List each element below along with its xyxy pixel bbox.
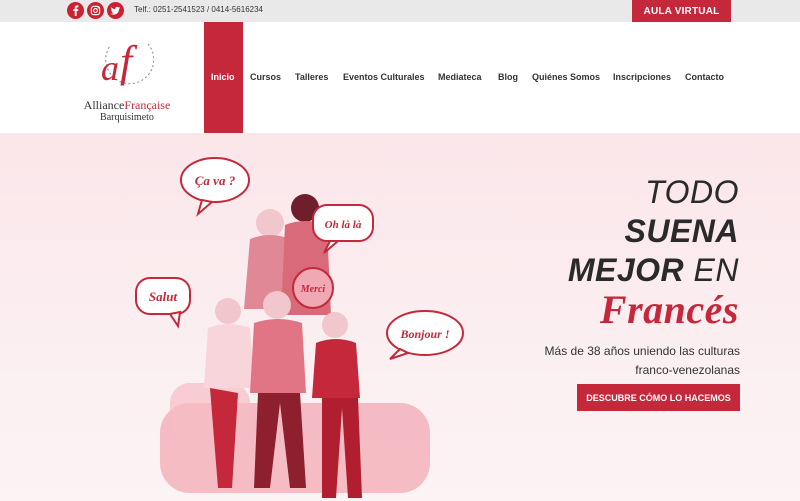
logo-name: AllianceFrançaise [72,98,182,113]
hero-subtitle: Más de 38 años uniendo las culturas fran… [544,344,740,377]
bubble-oh-la-la-text: Oh là là [325,219,362,231]
headline-mejor: MEJOR [567,252,685,288]
headline-todo: TODO [645,174,739,210]
bubble-salut-text: Salut [149,289,178,304]
logo-city: Barquisimeto [100,112,154,123]
nav-item-inicio[interactable]: Inicio [211,72,235,82]
logo[interactable]: a f AllianceFrançaise Barquisimeto [72,28,182,124]
nav-item-blog[interactable]: Blog [498,72,518,82]
instagram-icon[interactable] [87,2,104,19]
logo-name-francaise: Française [124,98,171,112]
headline-en: EN [693,252,739,288]
svg-text:f: f [120,37,138,86]
nav-item-contacto[interactable]: Contacto [685,72,724,82]
phone-numbers: Telf.: 0251-2541523 / 0414-5616234 [134,5,263,14]
headline-mejor-en: MEJOR EN [568,251,739,289]
nav-item-quienes-somos[interactable]: Quiénes Somos [532,72,600,82]
nav-item-eventos-culturales[interactable]: Eventos Culturales [343,72,425,82]
nav-item-cursos[interactable]: Cursos [250,72,281,82]
hero-section: Ça va ? Oh là là Merci Salut Bonjour ! T… [0,133,800,501]
bubble-bonjour-text: Bonjour ! [399,327,449,341]
svg-text:a: a [101,48,119,88]
header: a f AllianceFrançaise Barquisimeto Inici… [0,22,800,133]
bubble-ca-va-text: Ça va ? [195,173,236,188]
bubble-salut: Salut [135,277,191,329]
bubble-merci-text: Merci [300,284,326,295]
bubble-merci: Merci [292,267,334,309]
facebook-icon[interactable] [67,2,84,19]
logo-name-alliance: Alliance [83,98,125,112]
nav-item-mediateca[interactable]: Mediateca [438,72,482,82]
headline-frances: Francés [599,287,739,332]
bubble-bonjour: Bonjour ! [386,310,464,360]
nav-item-talleres[interactable]: Talleres [295,72,328,82]
aula-virtual-button[interactable]: AULA VIRTUAL [632,0,731,22]
alliance-francaise-logo-icon: a f [101,37,154,88]
headline-suena: SUENA [624,213,739,249]
nav-item-inscripciones[interactable]: Inscripciones [613,72,671,82]
bubble-ca-va: Ça va ? [180,157,250,217]
hero-image: Ça va ? Oh là là Merci Salut Bonjour ! [135,157,464,498]
top-bar: Telf.: 0251-2541523 / 0414-5616234 AULA … [0,0,800,22]
descubre-button[interactable]: DESCUBRE CÓMO LO HACEMOS [577,384,740,411]
twitter-icon[interactable] [107,2,124,19]
